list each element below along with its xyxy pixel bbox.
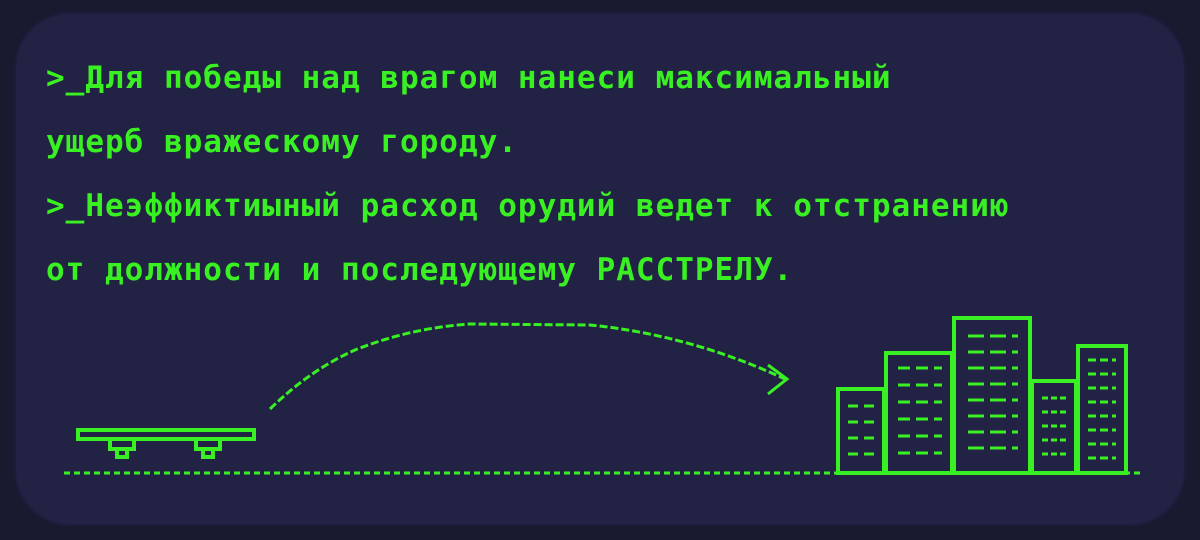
launcher-icon xyxy=(76,428,256,459)
trajectory-arrow xyxy=(268,322,786,411)
city-icon xyxy=(836,316,1128,475)
arrowhead-icon xyxy=(767,363,790,396)
mission-illustration xyxy=(64,316,1140,475)
